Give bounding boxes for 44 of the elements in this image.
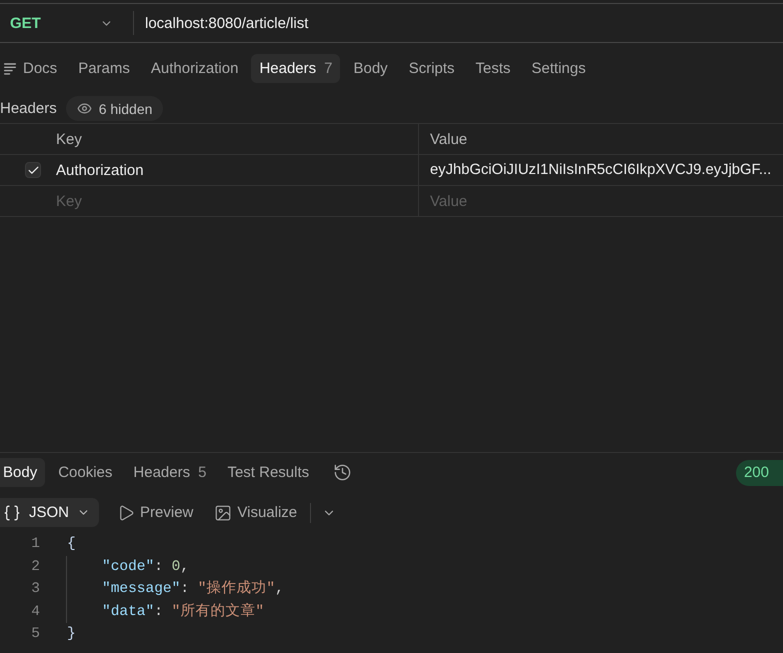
column-header: Key [56, 130, 82, 148]
line-number: 1 [30, 535, 41, 554]
line-number: 3 [30, 580, 41, 599]
value-input[interactable]: Value [430, 192, 783, 210]
line-number: 4 [30, 602, 41, 622]
response-tab[interactable]: Headers 5 [125, 458, 214, 487]
code-line: "code": 0, [66, 556, 190, 578]
status-badge: 200 [736, 460, 783, 486]
request-tab[interactable]: Docs [0, 54, 66, 83]
checkbox[interactable] [25, 162, 41, 178]
format-dropdown[interactable]: JSON [0, 498, 100, 527]
request-tab[interactable]: Headers 7 [251, 54, 340, 83]
header-value: eyJhbGciOiJIUzI1NiIsInR5cCI6IkpXVCJ9.eyJjbGF... [430, 162, 772, 178]
braces-icon [3, 504, 21, 522]
response-tab[interactable]: Body [0, 458, 46, 487]
hidden-headers-toggle[interactable]: 6 hidden [66, 96, 164, 121]
code-line: "data": "所有的文章" [66, 600, 264, 623]
request-tab[interactable]: Scripts [400, 54, 463, 83]
column-header: Value [430, 130, 468, 148]
view-button[interactable]: Preview [109, 498, 202, 527]
image-icon [214, 504, 232, 522]
check-icon [26, 164, 40, 176]
code-line: "message": "操作成功", [66, 578, 284, 600]
code-line: { [66, 535, 76, 554]
docs-icon [4, 62, 16, 74]
section-title: Headers [0, 100, 57, 117]
response-tab[interactable]: Test Results [219, 458, 318, 487]
header-key: Authorization [56, 162, 144, 178]
response-tab[interactable]: Cookies [50, 458, 120, 487]
request-tab[interactable]: Params [70, 54, 138, 83]
key-input[interactable]: Key [56, 192, 418, 210]
request-tab[interactable]: Tests [468, 54, 519, 83]
line-number: 5 [30, 625, 41, 644]
method-dropdown[interactable]: GET [0, 4, 133, 42]
view-button[interactable]: Visualize [206, 498, 306, 527]
play-icon [117, 504, 136, 522]
request-tab[interactable]: Body [345, 54, 396, 83]
request-tab[interactable]: Settings [524, 54, 594, 83]
code-line: } [66, 625, 76, 644]
history-icon [333, 463, 352, 482]
request-tab[interactable]: Authorization [142, 54, 246, 83]
eye-icon [76, 101, 92, 116]
url-field[interactable]: localhost:8080/article/list [134, 4, 783, 42]
line-number: 2 [30, 558, 41, 576]
